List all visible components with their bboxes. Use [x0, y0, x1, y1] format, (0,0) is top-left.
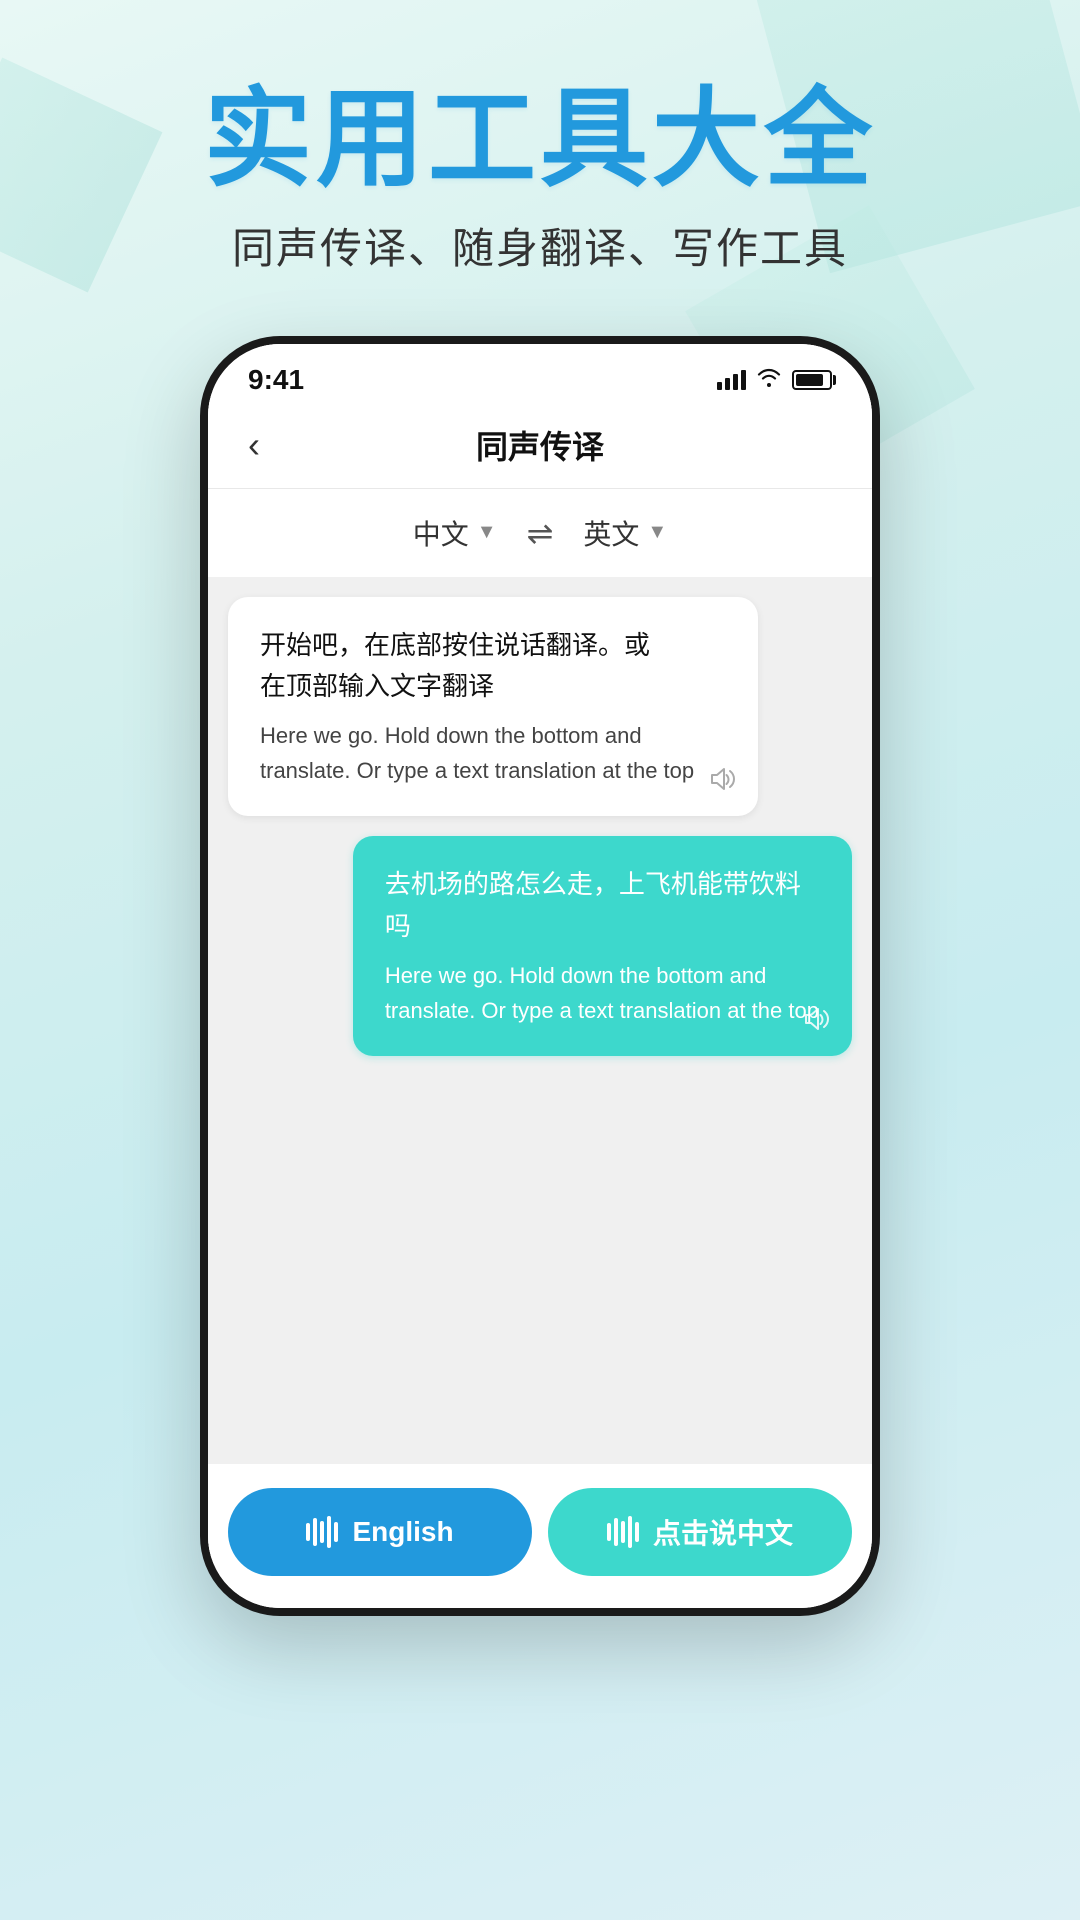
chat-area: 开始吧，在底部按住说话翻译。或在顶部输入文字翻译 Here we go. Hol… [208, 577, 872, 1464]
bubble-chinese-1: 开始吧，在底部按住说话翻译。或在顶部输入文字翻译 [260, 625, 726, 708]
source-language-label: 中文 [413, 513, 469, 553]
wave-icon-english [306, 1516, 338, 1548]
sound-icon-2[interactable] [802, 1005, 832, 1040]
phone-mockup: 9:41 [200, 336, 880, 1616]
target-lang-arrow: ▼ [647, 521, 667, 544]
bottom-buttons: English 点击说中文 [208, 1464, 872, 1608]
target-language-label: 英文 [583, 513, 639, 553]
status-time: 9:41 [248, 364, 304, 396]
bubble-english-1: Here we go. Hold down the bottom and tra… [260, 718, 726, 788]
wifi-icon [756, 367, 782, 393]
wave-icon-chinese [607, 1516, 639, 1548]
bubble-right-1: 去机场的路怎么走，上飞机能带饮料吗 Here we go. Hold down … [353, 836, 852, 1056]
bubble-left-1: 开始吧，在底部按住说话翻译。或在顶部输入文字翻译 Here we go. Hol… [228, 597, 758, 817]
phone-mockup-container: 9:41 [200, 336, 880, 1616]
sound-icon-1[interactable] [708, 765, 738, 800]
status-bar: 9:41 [208, 344, 872, 406]
bubble-english-2: Here we go. Hold down the bottom and tra… [385, 958, 820, 1028]
target-language-button[interactable]: 英文 ▼ [583, 513, 667, 553]
back-button[interactable]: ‹ [248, 424, 260, 466]
nav-title: 同声传译 [476, 422, 604, 468]
main-title: 实用工具大全 [204, 80, 876, 199]
status-icons [717, 367, 832, 393]
nav-bar: ‹ 同声传译 [208, 406, 872, 489]
subtitle: 同声传译、随身翻译、写作工具 [204, 215, 876, 276]
chinese-voice-button[interactable]: 点击说中文 [548, 1488, 852, 1576]
english-button-label: English [352, 1516, 453, 1548]
chinese-button-label: 点击说中文 [653, 1512, 793, 1552]
swap-language-icon[interactable]: ⇌ [527, 514, 554, 552]
source-language-button[interactable]: 中文 ▼ [413, 513, 497, 553]
source-lang-arrow: ▼ [477, 521, 497, 544]
header-section: 实用工具大全 同声传译、随身翻译、写作工具 [204, 0, 876, 316]
signal-icon [717, 370, 746, 390]
language-selector: 中文 ▼ ⇌ 英文 ▼ [208, 489, 872, 577]
battery-icon [792, 370, 832, 390]
english-voice-button[interactable]: English [228, 1488, 532, 1576]
bubble-chinese-2: 去机场的路怎么走，上飞机能带饮料吗 [385, 864, 820, 947]
phone-screen: 9:41 [208, 344, 872, 1608]
